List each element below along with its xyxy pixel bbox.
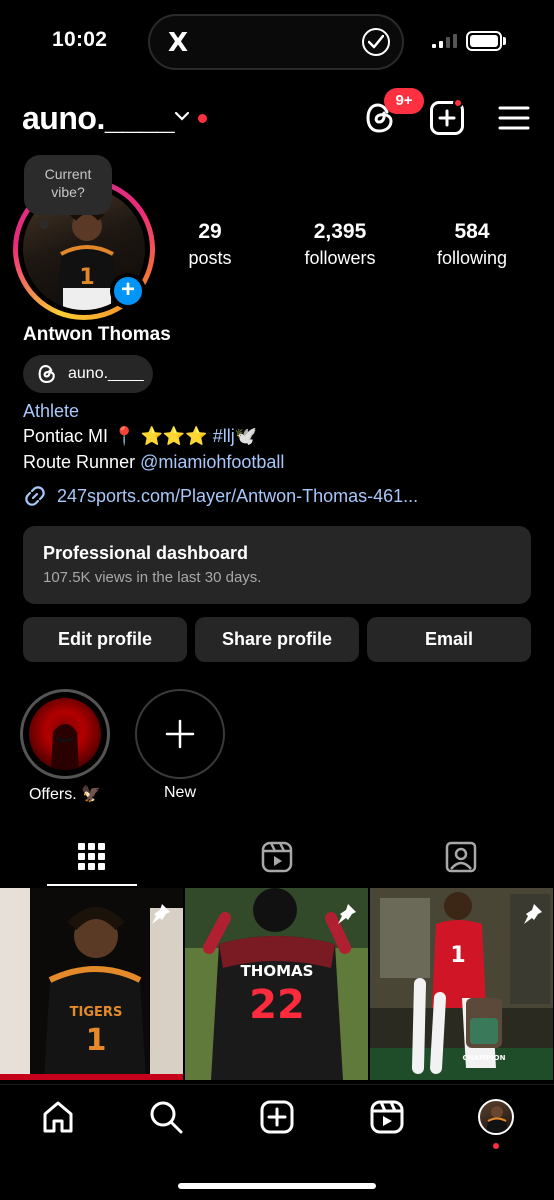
threads-icon bbox=[38, 364, 55, 384]
link-icon bbox=[25, 486, 45, 506]
active-tab-indicator bbox=[47, 884, 137, 886]
tab-tagged[interactable] bbox=[416, 840, 506, 876]
professional-dashboard[interactable]: Professional dashboard 107.5K views in t… bbox=[23, 526, 531, 604]
svg-text:1: 1 bbox=[86, 1023, 107, 1058]
hamburger-menu-icon[interactable] bbox=[498, 104, 530, 132]
threads-handle: auno.____ bbox=[68, 365, 144, 382]
profile-nav-avatar[interactable] bbox=[478, 1099, 514, 1135]
grid-icon bbox=[78, 843, 105, 870]
pin-icon bbox=[152, 904, 170, 924]
new-highlight-label: New bbox=[163, 784, 196, 801]
search-icon[interactable] bbox=[148, 1099, 184, 1135]
chevron-down-icon[interactable] bbox=[174, 110, 190, 122]
bio-mention[interactable]: @miamiohfootball bbox=[140, 452, 284, 472]
full-name: Antwon Thomas bbox=[23, 324, 171, 345]
highlight-cover bbox=[29, 698, 101, 770]
posts-stat[interactable]: 29 posts bbox=[176, 220, 244, 269]
cellular-signal-icon bbox=[432, 34, 457, 48]
pin-icon bbox=[338, 904, 356, 924]
tab-grid[interactable] bbox=[47, 840, 137, 876]
x-app-icon: X bbox=[168, 28, 189, 58]
bio-line-1: Pontiac MI 📍 ⭐⭐⭐ #llj🕊️ bbox=[23, 426, 258, 446]
reels-icon bbox=[261, 841, 293, 873]
create-notification-dot bbox=[453, 98, 463, 108]
edit-profile-button[interactable]: Edit profile bbox=[23, 617, 187, 662]
profile-link[interactable]: 247sports.com/Player/Antwon-Thomas-461..… bbox=[23, 484, 418, 508]
reels-nav-icon[interactable] bbox=[369, 1099, 405, 1135]
highlight-offers[interactable] bbox=[20, 689, 110, 779]
account-username[interactable]: auno.____ bbox=[22, 100, 175, 137]
email-button[interactable]: Email bbox=[367, 617, 531, 662]
notification-badge[interactable]: 9+ bbox=[384, 88, 424, 114]
home-icon[interactable] bbox=[40, 1099, 76, 1135]
account-notification-dot bbox=[198, 114, 207, 123]
following-stat[interactable]: 584 following bbox=[424, 220, 520, 269]
bio-line-2: Route Runner @miamiohfootball bbox=[23, 452, 285, 472]
dove-emoji: 🕊️ bbox=[234, 426, 258, 446]
status-time: 10:02 bbox=[52, 28, 108, 51]
dynamic-island[interactable]: X bbox=[148, 14, 404, 70]
dashboard-subtitle: 107.5K views in the last 30 days. bbox=[43, 569, 262, 586]
checkmark-icon bbox=[362, 28, 390, 56]
create-icon[interactable] bbox=[259, 1099, 295, 1135]
threads-profile-pill[interactable]: auno.____ bbox=[23, 355, 153, 393]
bottom-navigation bbox=[0, 1084, 554, 1200]
svg-text:CHAMPION: CHAMPION bbox=[463, 1054, 506, 1062]
tagged-icon bbox=[445, 841, 477, 873]
add-story-button[interactable]: + bbox=[110, 273, 146, 309]
profile-category: Athlete bbox=[23, 401, 80, 421]
profile-activity-dot bbox=[493, 1143, 499, 1149]
share-profile-button[interactable]: Share profile bbox=[195, 617, 359, 662]
tab-reels[interactable] bbox=[232, 840, 322, 876]
bio-hashtag[interactable]: #llj bbox=[213, 426, 235, 446]
svg-text:THOMAS: THOMAS bbox=[241, 962, 314, 980]
new-highlight-button[interactable] bbox=[135, 689, 225, 779]
bio-emoji: 📍 ⭐⭐⭐ bbox=[113, 426, 208, 446]
home-indicator[interactable] bbox=[178, 1183, 376, 1189]
followers-stat[interactable]: 2,395 followers bbox=[290, 220, 390, 269]
battery-icon bbox=[466, 31, 502, 51]
svg-text:TIGERS: TIGERS bbox=[70, 1005, 123, 1020]
svg-text:22: 22 bbox=[249, 982, 305, 1028]
pin-icon bbox=[524, 904, 542, 924]
current-vibe-bubble[interactable]: Current vibe? bbox=[24, 155, 112, 215]
highlight-offers-label: Offers. 🦅 bbox=[28, 786, 102, 803]
svg-text:1: 1 bbox=[450, 943, 465, 968]
svg-text:1: 1 bbox=[79, 265, 94, 290]
dashboard-title: Professional dashboard bbox=[43, 543, 249, 563]
plus-icon bbox=[165, 719, 195, 749]
